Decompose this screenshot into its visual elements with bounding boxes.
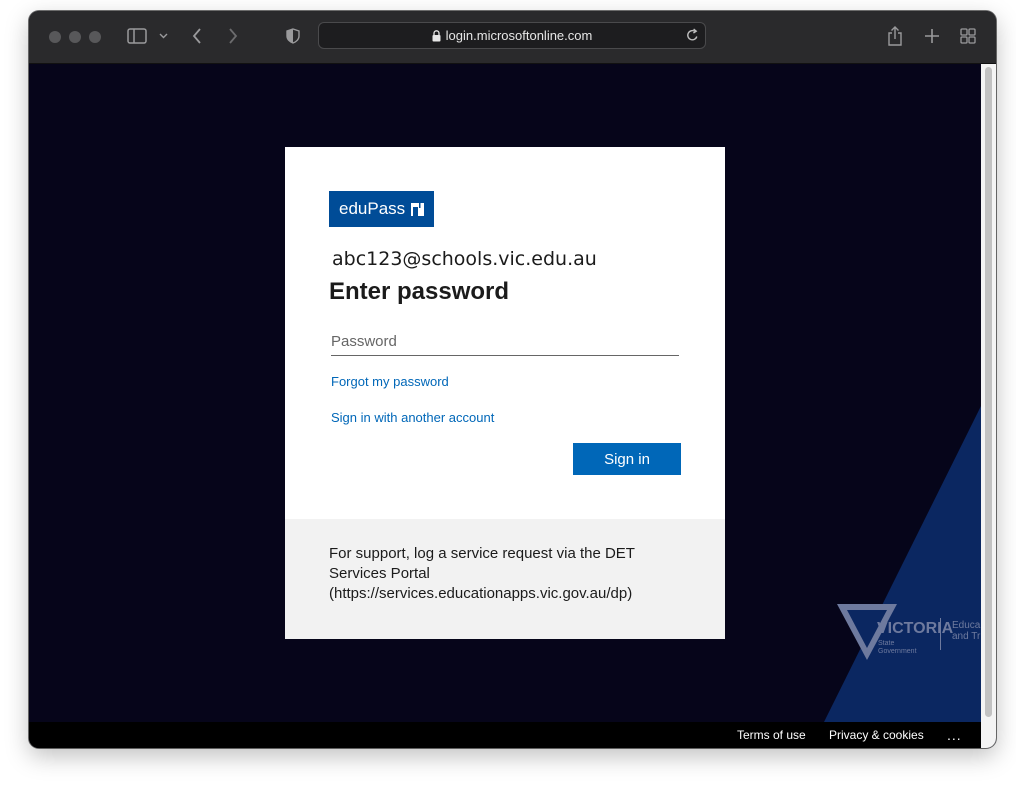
state-label: State [878,640,895,647]
government-label: Government [878,648,917,655]
account-email: abc123@schools.vic.edu.au [332,248,597,270]
chevron-down-icon[interactable] [158,31,168,41]
minimize-window-button[interactable] [69,31,81,43]
page-footer: Terms of use Privacy & cookies ... [29,722,981,748]
browser-toolbar: login.microsoftonline.com [29,11,996,64]
new-tab-icon[interactable] [923,27,941,45]
browser-window: login.microsoftonline.com eduPass abc123… [29,11,996,748]
scrollbar-thumb[interactable] [985,67,992,717]
forgot-password-link[interactable]: Forgot my password [331,374,449,389]
support-text: For support, log a service request via t… [329,545,635,602]
sign-in-another-account-link[interactable]: Sign in with another account [331,410,494,425]
terms-of-use-link[interactable]: Terms of use [737,728,806,742]
department-line-2: and Tr [952,631,981,642]
page-title: Enter password [329,278,510,305]
close-window-button[interactable] [49,31,61,43]
branding-divider [940,618,941,650]
privacy-cookies-link[interactable]: Privacy & cookies [829,728,924,742]
address-bar[interactable]: login.microsoftonline.com [318,22,706,49]
page-scrollbar[interactable] [981,64,996,748]
more-options-button[interactable]: ... [947,727,962,743]
share-icon[interactable] [886,25,904,47]
state-government-label: State Government [878,640,917,656]
back-icon[interactable] [190,27,204,45]
victoria-wordmark: VICTORIA [877,620,954,637]
forward-icon[interactable] [226,27,240,45]
password-input[interactable] [331,327,679,356]
shield-icon[interactable] [285,27,301,45]
lock-icon [432,29,441,42]
edupass-logo-text: eduPass [339,199,406,218]
department-line-1: Educa [952,620,981,631]
sidebar-icon[interactable] [126,27,148,45]
address-url: login.microsoftonline.com [445,28,593,43]
edupass-mark-icon [411,202,425,216]
department-label: Educa and Tr [952,620,980,642]
support-panel: For support, log a service request via t… [285,519,725,639]
sign-in-card: eduPass abc123@schools.vic.edu.au Enter … [285,147,725,639]
tab-overview-icon[interactable] [959,27,977,45]
page-content: eduPass abc123@schools.vic.edu.au Enter … [29,64,996,748]
sign-in-button[interactable]: Sign in [573,443,681,475]
zoom-window-button[interactable] [89,31,101,43]
reload-icon[interactable] [686,28,699,42]
edupass-logo: eduPass [329,191,434,227]
